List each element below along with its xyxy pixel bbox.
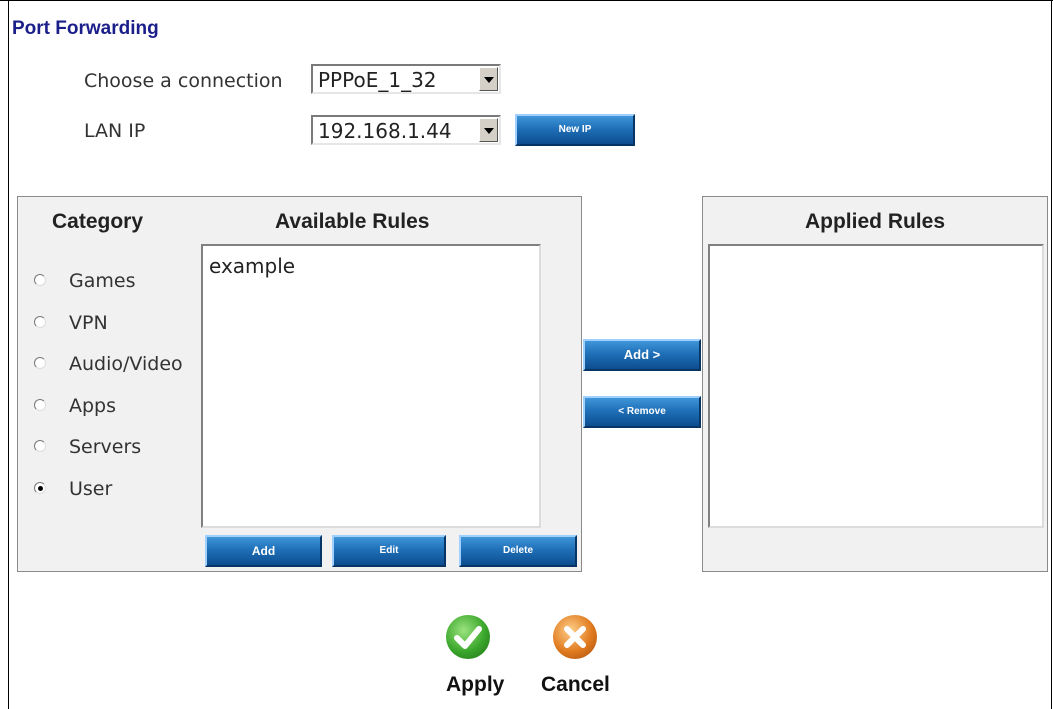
remove-transfer-button[interactable]: < Remove (583, 396, 701, 428)
applied-rules-panel: Applied Rules (702, 196, 1048, 572)
frame-right-border (1051, 0, 1052, 709)
applied-rules-list[interactable] (708, 244, 1044, 528)
radio-button[interactable] (34, 357, 46, 369)
rules-panel: Category Available Rules Games VPN Audio/V… (17, 196, 582, 572)
radio-button[interactable] (34, 440, 46, 452)
connection-select[interactable]: PPPoE_1_32 (311, 64, 501, 94)
radio-label: VPN (69, 311, 108, 334)
apply-button[interactable]: Apply (446, 673, 504, 697)
radio-label: Apps (69, 394, 117, 417)
x-icon[interactable] (553, 615, 597, 659)
connection-label: Choose a connection (84, 70, 283, 92)
radio-label: Audio/Video (69, 353, 183, 375)
radio-label: User (69, 477, 113, 500)
delete-rule-button[interactable]: Delete (459, 535, 577, 567)
radio-label: Games (69, 270, 136, 292)
radio-button[interactable] (34, 274, 46, 286)
lan-ip-select[interactable]: 192.168.1.44 (311, 115, 501, 145)
chevron-down-icon[interactable] (479, 118, 498, 142)
category-heading: Category (52, 210, 144, 233)
cancel-button[interactable]: Cancel (541, 673, 610, 697)
radio-button[interactable] (34, 398, 46, 411)
list-item[interactable]: example (209, 254, 295, 278)
add-rule-button[interactable]: Add (205, 535, 322, 567)
connection-select-value: PPPoE_1_32 (318, 68, 437, 92)
frame-left-border (8, 0, 9, 709)
available-rules-list[interactable]: example (201, 244, 541, 528)
check-icon[interactable] (446, 615, 490, 659)
lan-ip-select-value: 192.168.1.44 (318, 119, 452, 143)
add-transfer-button[interactable]: Add > (583, 339, 701, 371)
edit-rule-button[interactable]: Edit (332, 535, 446, 567)
radio-label: Servers (69, 436, 142, 458)
available-rules-heading: Available Rules (275, 210, 430, 233)
radio-button[interactable] (34, 481, 46, 494)
lan-ip-label: LAN IP (84, 120, 146, 142)
chevron-down-icon[interactable] (479, 67, 498, 91)
page-title: Port Forwarding (12, 18, 159, 39)
radio-button[interactable] (34, 315, 46, 328)
applied-rules-heading: Applied Rules (804, 210, 946, 233)
frame-top-border (0, 0, 1053, 1)
new-ip-button[interactable]: New IP (515, 114, 635, 146)
